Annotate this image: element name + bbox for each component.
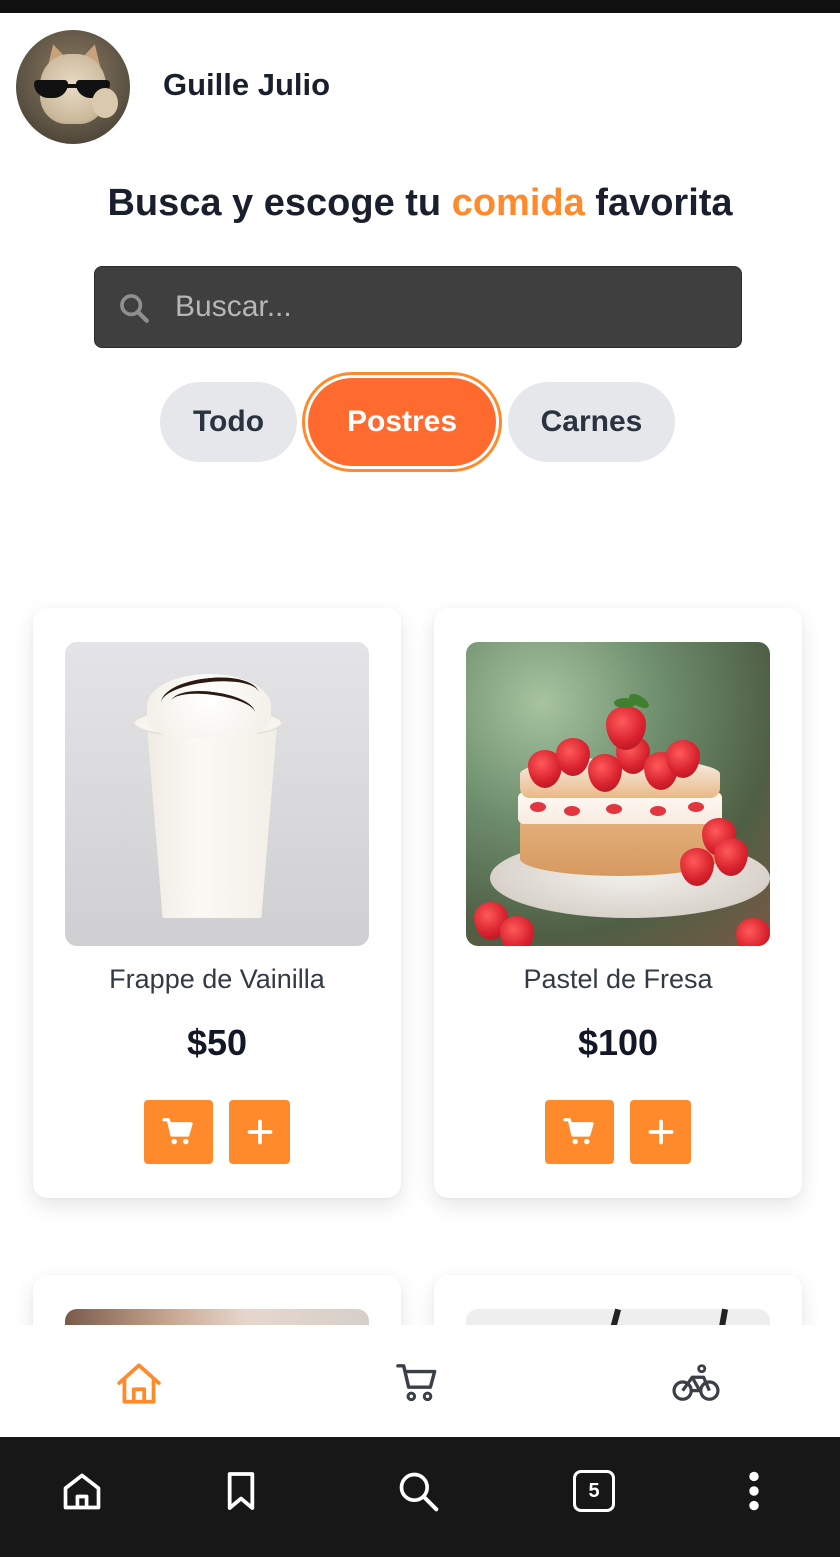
bicycle-icon bbox=[672, 1364, 720, 1401]
header: Guille Julio bbox=[0, 13, 840, 163]
search-bar bbox=[94, 266, 742, 348]
browser-search-button[interactable] bbox=[390, 1463, 446, 1519]
headline-text: Busca y escoge tu bbox=[107, 182, 452, 224]
add-quantity-button[interactable] bbox=[229, 1100, 290, 1164]
product-name: Pastel de Fresa bbox=[523, 964, 713, 994]
product-name: Frappe de Vainilla bbox=[109, 964, 325, 994]
browser-home-button[interactable] bbox=[54, 1463, 110, 1519]
browser-bookmark-button[interactable] bbox=[213, 1463, 269, 1519]
product-grid: Frappe de Vainilla $50 Pastel de Fresa $… bbox=[0, 600, 840, 1325]
nav-delivery-button[interactable] bbox=[668, 1355, 724, 1411]
search-icon bbox=[120, 294, 149, 323]
product-card[interactable]: Frappe de Vainilla $50 bbox=[33, 608, 401, 1198]
browser-tabs-button[interactable]: 5 bbox=[566, 1463, 622, 1519]
cart-icon bbox=[396, 1364, 437, 1402]
plus-icon bbox=[247, 1119, 272, 1145]
add-to-cart-button[interactable] bbox=[144, 1100, 213, 1164]
bookmark-icon bbox=[227, 1472, 255, 1510]
add-quantity-button[interactable] bbox=[630, 1100, 691, 1164]
category-chip-carnes[interactable]: Carnes bbox=[508, 382, 675, 462]
headline-text-end: favorita bbox=[584, 182, 733, 224]
avatar-cat-paw bbox=[92, 88, 118, 118]
product-price: $100 bbox=[577, 1022, 659, 1063]
tab-count-badge: 5 bbox=[573, 1470, 615, 1512]
home-icon bbox=[63, 1473, 101, 1510]
status-bar bbox=[0, 0, 840, 13]
page-headline: Busca y escoge tu comida favorita bbox=[0, 182, 840, 225]
product-image-partial bbox=[65, 1309, 369, 1325]
add-to-cart-button[interactable] bbox=[545, 1100, 614, 1164]
avatar[interactable] bbox=[16, 30, 130, 144]
headline-accent-word: comida bbox=[451, 182, 585, 224]
browser-menu-button[interactable] bbox=[726, 1463, 782, 1519]
plus-icon bbox=[648, 1119, 673, 1145]
product-image-strawberry-cake bbox=[466, 642, 770, 946]
nav-cart-button[interactable] bbox=[390, 1355, 446, 1411]
category-chip-postres[interactable]: Postres bbox=[308, 378, 496, 466]
nav-home-button[interactable] bbox=[111, 1355, 167, 1411]
user-name: Guille Julio bbox=[163, 67, 331, 102]
cart-icon bbox=[161, 1118, 193, 1145]
browser-bottom-bar: 5 bbox=[0, 1437, 840, 1557]
product-image-vanilla-frappe bbox=[65, 642, 369, 946]
category-filter: Todo Postres Carnes bbox=[0, 378, 840, 468]
product-card[interactable] bbox=[434, 1275, 802, 1325]
cart-icon bbox=[562, 1118, 594, 1145]
search-icon bbox=[399, 1472, 439, 1512]
category-chip-todo[interactable]: Todo bbox=[160, 382, 297, 462]
product-card[interactable]: Pastel de Fresa $100 bbox=[434, 608, 802, 1198]
home-icon bbox=[117, 1363, 161, 1404]
product-price: $50 bbox=[186, 1022, 248, 1063]
search-input[interactable] bbox=[175, 267, 715, 347]
app-bottom-nav bbox=[0, 1325, 840, 1437]
more-vertical-icon bbox=[749, 1471, 759, 1511]
product-card[interactable] bbox=[33, 1275, 401, 1325]
